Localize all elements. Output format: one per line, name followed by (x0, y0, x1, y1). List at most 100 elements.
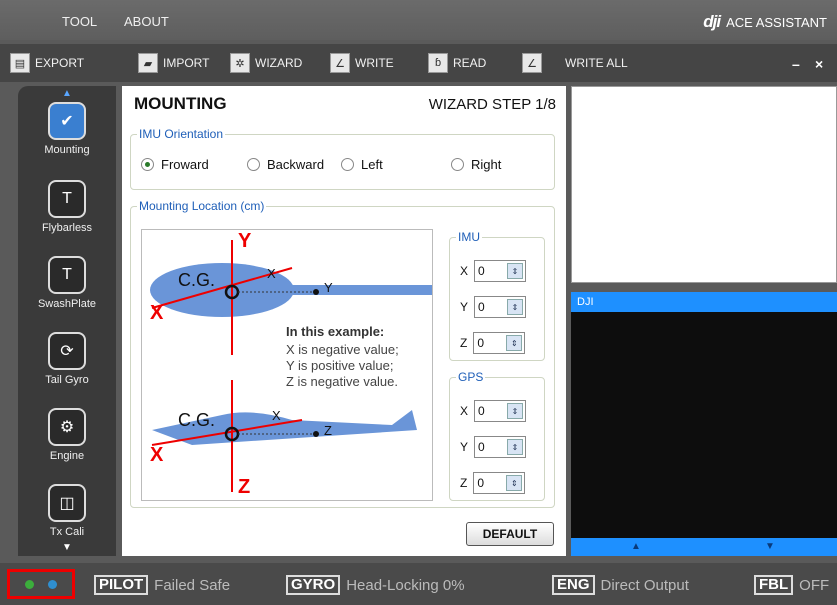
radio-backward[interactable]: Backward (247, 157, 324, 172)
status-bar: PILOT Failed Safe GYRO Head-Locking 0% ENG… (0, 563, 837, 605)
pilot-tag: PILOT (94, 575, 149, 595)
spin-arrows-icon[interactable]: ⇕ (507, 439, 524, 455)
dji-logo: dji (703, 12, 721, 31)
menu-about[interactable]: ABOUT (124, 14, 169, 29)
write-button[interactable]: ∠ WRITE (330, 52, 394, 74)
plane-imu-point (313, 431, 319, 437)
fbl-tag: FBL (754, 575, 794, 595)
imu-point (313, 289, 319, 295)
eng-status: ENG Direct Output (552, 575, 689, 595)
axis-label: Z (460, 476, 468, 490)
plane-x-axis-label: X (150, 444, 164, 466)
log-header: DJI (571, 292, 837, 312)
imu-x-spinbox[interactable]: 0 ⇕ (474, 260, 527, 282)
sidebar-nav: ▲ ✔ Mounting T Flybarless T SwashPlate ⟳… (18, 86, 116, 556)
spin-arrows-icon[interactable]: ⇕ (507, 263, 524, 279)
mounting-icon: ✔ (48, 102, 86, 140)
write-all-button[interactable]: ∠ WRITE ALL (522, 52, 628, 74)
spin-arrows-icon[interactable]: ⇕ (507, 299, 524, 315)
scroll-down-icon[interactable]: ▼ (62, 542, 72, 553)
scroll-up-icon[interactable]: ▲ (62, 88, 72, 99)
menu-bar: TOOL ABOUT dji ACE ASSISTANT (0, 0, 837, 40)
spin-value: 0 (477, 476, 485, 490)
spin-value: 0 (478, 264, 485, 278)
export-label: EXPORT (35, 56, 85, 70)
wizard-icon: ✲ (230, 53, 250, 73)
sidebar-item-tail-gyro[interactable]: ⟳ Tail Gyro (18, 332, 116, 386)
sidebar-item-label: Tail Gyro (45, 374, 89, 386)
eng-tag: ENG (552, 575, 595, 595)
spin-arrows-icon[interactable]: ⇕ (507, 403, 524, 419)
default-button[interactable]: DEFAULT (466, 522, 554, 546)
sidebar-item-tx-cali[interactable]: ◫ Tx Cali (18, 484, 116, 538)
gyro-status: GYRO Head-Locking 0% (286, 575, 465, 595)
spin-arrows-icon[interactable]: ⇕ (506, 475, 523, 491)
tx-cali-icon: ◫ (48, 484, 86, 522)
radio-label: Froward (161, 157, 209, 172)
radio-right[interactable]: Right (451, 157, 501, 172)
imu-orientation-group: IMU Orientation Froward Backward Left Ri… (130, 127, 555, 190)
page-title: MOUNTING (134, 94, 227, 113)
write-icon: ∠ (330, 53, 350, 73)
close-button[interactable]: × (815, 56, 823, 72)
gps-x-row: X 0 ⇕ (460, 400, 527, 422)
scroll-up-icon[interactable]: ▲ (631, 541, 641, 552)
spin-value: 0 (478, 440, 485, 454)
mounting-panel: MOUNTING WIZARD STEP 1/8 IMU Orientation… (122, 86, 566, 556)
app-name: ACE ASSISTANT (726, 15, 827, 30)
gps-z-row: Z 0 ⇕ (460, 472, 526, 494)
radio-left[interactable]: Left (341, 157, 383, 172)
sidebar-item-swashplate[interactable]: T SwashPlate (18, 256, 116, 310)
axis-label: X (460, 264, 469, 278)
group-label: IMU (456, 230, 482, 244)
eng-value: Direct Output (600, 576, 689, 594)
gps-y-spinbox[interactable]: 0 ⇕ (474, 436, 527, 458)
axis-label: Y (460, 440, 469, 454)
plane-x-offset-label: X (272, 408, 281, 423)
sidebar-item-flybarless[interactable]: T Flybarless (18, 180, 116, 234)
read-button[interactable]: ɓ READ (428, 52, 486, 74)
write-label: WRITE (355, 56, 394, 70)
wizard-label: WIZARD (255, 56, 303, 70)
radio-label: Backward (267, 157, 325, 172)
z-axis-label: Z (238, 476, 251, 498)
spin-value: 0 (477, 336, 485, 350)
read-icon: ɓ (428, 53, 448, 73)
gps-x-spinbox[interactable]: 0 ⇕ (474, 400, 527, 422)
sidebar-item-label: Engine (49, 450, 85, 462)
fbl-status: FBL OFF (754, 575, 829, 595)
import-button[interactable]: ▰ IMPORT (138, 52, 209, 74)
example-line-1: X is negative value; (286, 342, 399, 357)
sidebar-item-engine[interactable]: ⚙ Engine (18, 408, 116, 462)
plane-z-offset-label: Z (324, 423, 332, 438)
plane-cg-label: C.G. (178, 410, 216, 430)
imu-group: IMU X 0 ⇕ Y 0 ⇕ Z 0 ⇕ (449, 230, 545, 361)
export-button[interactable]: ▤ EXPORT (10, 52, 84, 74)
scroll-down-icon[interactable]: ▼ (765, 541, 775, 552)
sidebar-item-mounting[interactable]: ✔ Mounting (18, 102, 116, 156)
x-axis-label: X (150, 302, 164, 324)
menu-tool[interactable]: TOOL (62, 14, 97, 29)
minimize-button[interactable]: – (792, 56, 800, 72)
wizard-button[interactable]: ✲ WIZARD (230, 52, 302, 74)
example-title: In this example: (286, 324, 385, 339)
gyro-tag: GYRO (286, 575, 341, 595)
radio-label: Right (471, 157, 502, 172)
axis-label: Y (460, 300, 469, 314)
brand: dji ACE ASSISTANT (703, 12, 827, 32)
write-all-icon: ∠ (522, 53, 542, 73)
mounting-diagram: Y X C.G. X Y In this example: X is negat… (141, 229, 433, 501)
imu-z-spinbox[interactable]: 0 ⇕ (473, 332, 526, 354)
spin-value: 0 (478, 300, 485, 314)
heli-tail-shape (262, 285, 432, 295)
cg-label: C.G. (178, 270, 216, 290)
led-green-icon (25, 579, 34, 589)
axis-label: Z (460, 336, 468, 350)
gps-y-row: Y 0 ⇕ (460, 436, 527, 458)
led-blue-icon (48, 579, 57, 589)
gps-z-spinbox[interactable]: 0 ⇕ (473, 472, 526, 494)
spin-arrows-icon[interactable]: ⇕ (506, 335, 523, 351)
imu-y-spinbox[interactable]: 0 ⇕ (474, 296, 527, 318)
group-label: IMU Orientation (137, 127, 226, 141)
radio-forward[interactable]: Froward (141, 157, 209, 172)
